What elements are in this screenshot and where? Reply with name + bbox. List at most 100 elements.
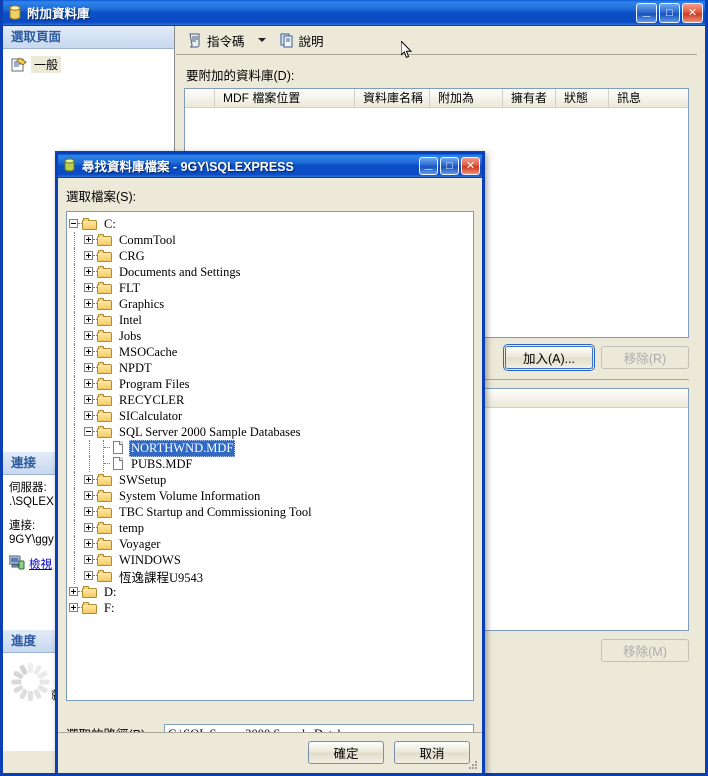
expand-icon[interactable] <box>82 392 99 408</box>
expand-icon[interactable] <box>82 488 99 504</box>
expand-icon[interactable] <box>82 232 99 248</box>
chevron-down-icon[interactable] <box>257 38 266 42</box>
add-button[interactable]: 加入(A)... <box>503 344 595 371</box>
resize-grip[interactable] <box>467 759 479 771</box>
tree-folder-item[interactable]: RECYCLER <box>67 392 473 408</box>
maximize-button[interactable]: □ <box>659 2 680 23</box>
tree-folder-item[interactable]: SICalculator <box>67 408 473 424</box>
expand-icon[interactable] <box>82 472 99 488</box>
tree-folder-item[interactable]: F: <box>67 600 473 616</box>
expand-icon[interactable] <box>82 376 99 392</box>
tree-indent <box>67 264 82 280</box>
expand-icon[interactable] <box>82 296 99 312</box>
expand-icon[interactable] <box>82 552 99 568</box>
expand-icon[interactable] <box>82 360 99 376</box>
folder-icon <box>97 393 113 407</box>
tree-folder-item[interactable]: Voyager <box>67 536 473 552</box>
tree-indent <box>67 408 82 424</box>
tree-folder-item[interactable]: D: <box>67 584 473 600</box>
folder-icon <box>97 345 113 359</box>
expand-icon[interactable] <box>82 568 99 584</box>
tree-folder-item[interactable]: Jobs <box>67 328 473 344</box>
collapse-icon[interactable] <box>82 424 99 440</box>
column-header[interactable]: 資料庫名稱 <box>355 89 430 107</box>
column-header[interactable]: 狀態 <box>556 89 609 107</box>
tree-folder-item[interactable]: temp <box>67 520 473 536</box>
folder-icon <box>97 329 113 343</box>
locate-database-files-dialog: 尋找資料庫檔案 - 9GY\SQLEXPRESS _ □ ✕ 選取檔案(S): … <box>55 151 485 776</box>
tree-item-label: TBC Startup and Commissioning Tool <box>119 504 312 519</box>
tree-item-label: temp <box>119 520 144 535</box>
close-button[interactable]: ✕ <box>461 156 480 175</box>
tree-folder-item[interactable]: FLT <box>67 280 473 296</box>
inner-titlebar[interactable]: 尋找資料庫檔案 - 9GY\SQLEXPRESS _ □ ✕ <box>58 154 482 178</box>
column-header[interactable]: 訊息 <box>609 89 679 107</box>
tree-folder-item[interactable]: Program Files <box>67 376 473 392</box>
page-general-icon <box>11 56 27 73</box>
cancel-button[interactable]: 取消 <box>394 741 470 764</box>
tree-folder-item[interactable]: CRG <box>67 248 473 264</box>
tree-folder-item[interactable]: MSOCache <box>67 344 473 360</box>
minimize-button[interactable]: _ <box>636 2 657 23</box>
tree-file-item[interactable]: NORTHWND.MDF <box>67 439 473 457</box>
script-button[interactable]: 指令碼 <box>184 29 248 52</box>
folder-icon <box>97 553 113 567</box>
tree-folder-item[interactable]: C: <box>67 216 473 232</box>
collapse-icon[interactable] <box>67 216 84 232</box>
column-header[interactable] <box>185 89 215 107</box>
outer-window-controls: _ □ ✕ <box>636 2 703 23</box>
file-tree-list[interactable]: C: CommTool CRG Documents and Settings FLT Gr… <box>67 212 473 616</box>
tree-folder-item[interactable]: 恆逸課程U9543 <box>67 568 473 585</box>
file-icon <box>112 441 125 455</box>
outer-titlebar[interactable]: 附加資料庫 _ □ ✕ <box>3 0 705 26</box>
tree-folder-item[interactable]: Graphics <box>67 296 473 312</box>
tree-indent <box>67 424 82 440</box>
expand-icon[interactable] <box>82 264 99 280</box>
tree-indent <box>67 440 82 456</box>
tree-item-label: PUBS.MDF <box>131 456 193 471</box>
expand-icon[interactable] <box>82 328 99 344</box>
expand-icon[interactable] <box>82 536 99 552</box>
expand-icon[interactable] <box>82 344 99 360</box>
tree-folder-item[interactable]: Documents and Settings <box>67 264 473 280</box>
mouse-cursor <box>400 39 413 60</box>
help-button[interactable]: 說明 <box>276 29 327 52</box>
expand-icon[interactable] <box>82 520 99 536</box>
expand-icon[interactable] <box>82 280 99 296</box>
folder-icon <box>97 281 113 295</box>
column-header[interactable]: 擁有者 <box>503 89 556 107</box>
tree-folder-item[interactable]: NPDT <box>67 360 473 376</box>
folder-icon <box>97 233 113 247</box>
minimize-button[interactable]: _ <box>419 156 438 175</box>
tree-folder-item[interactable]: SWSetup <box>67 472 473 488</box>
progress-spinner <box>11 663 49 701</box>
expand-icon[interactable] <box>67 600 84 616</box>
column-header[interactable]: MDF 檔案位置 <box>215 89 355 107</box>
tree-indent <box>67 552 82 568</box>
tree-folder-item[interactable]: System Volume Information <box>67 488 473 504</box>
view-connection-link[interactable]: 檢視 <box>29 556 52 572</box>
tree-item-label: WINDOWS <box>119 552 181 567</box>
folder-icon <box>97 377 113 391</box>
tree-folder-item[interactable]: Intel <box>67 312 473 328</box>
expand-icon[interactable] <box>82 408 99 424</box>
maximize-button[interactable]: □ <box>440 156 459 175</box>
tree-item-label: C: <box>104 216 116 231</box>
file-tree[interactable]: C: CommTool CRG Documents and Settings FLT Gr… <box>66 211 474 701</box>
ok-button[interactable]: 確定 <box>308 741 384 764</box>
script-icon <box>187 32 203 48</box>
tree-file-item[interactable]: PUBS.MDF <box>67 456 473 472</box>
tree-folder-item[interactable]: CommTool <box>67 232 473 248</box>
close-button[interactable]: ✕ <box>682 2 703 23</box>
sidebar-item-general[interactable]: 一般 <box>7 55 170 74</box>
tree-folder-item[interactable]: TBC Startup and Commissioning Tool <box>67 504 473 520</box>
expand-icon[interactable] <box>82 248 99 264</box>
expand-icon[interactable] <box>67 584 84 600</box>
column-header[interactable]: 附加為 <box>430 89 503 107</box>
tree-indent <box>82 440 97 456</box>
expand-icon[interactable] <box>82 312 99 328</box>
expand-icon[interactable] <box>82 504 99 520</box>
tree-indent <box>67 248 82 264</box>
select-page-header: 選取頁面 <box>3 26 174 49</box>
tree-folder-item[interactable]: SQL Server 2000 Sample Databases <box>67 424 473 440</box>
